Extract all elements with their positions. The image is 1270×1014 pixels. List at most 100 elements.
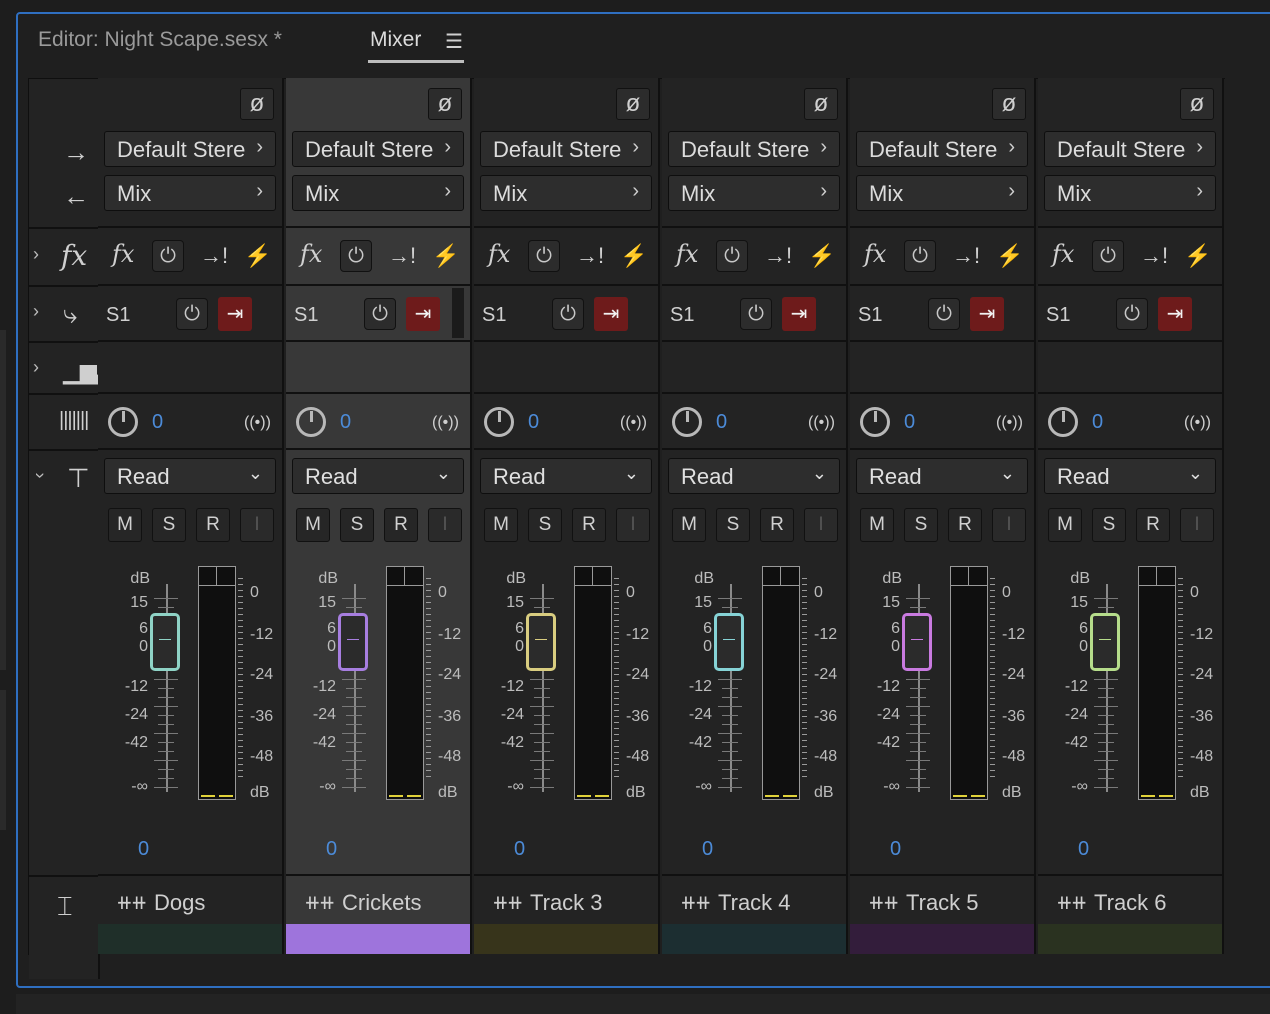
send-label[interactable]: S1 (294, 304, 318, 327)
pan-knob[interactable] (296, 407, 326, 437)
track-name-row[interactable]: ⧺⧺ Track 5 (850, 876, 1034, 924)
pan-knob[interactable] (484, 407, 514, 437)
send-routing-icon[interactable]: ⇥ (970, 297, 1004, 331)
effects-power-icon[interactable]: ⏻ (904, 240, 936, 272)
lightning-icon[interactable]: ⚡ (620, 243, 647, 269)
volume-fader-handle[interactable] (1090, 613, 1120, 671)
channel-strip[interactable]: ø Default Stere › Mix › fx ⏻ →! ⚡ S1 ⏻ ⇥ 0 ((•)) … (474, 78, 660, 954)
effects-fx-icon[interactable]: fx (864, 240, 886, 268)
phase-invert-icon[interactable]: ø (428, 88, 462, 120)
volume-fader-handle[interactable] (902, 613, 932, 671)
track-name-row[interactable]: ⧺⧺ Crickets (286, 876, 470, 924)
send-routing-icon[interactable]: ⇥ (218, 297, 252, 331)
phase-invert-icon[interactable]: ø (804, 88, 838, 120)
pan-value[interactable]: 0 (340, 411, 351, 434)
volume-value[interactable]: 0 (138, 838, 149, 861)
lightning-icon[interactable]: ⚡ (808, 243, 835, 269)
send-label[interactable]: S1 (1046, 304, 1070, 327)
lightning-icon[interactable]: ⚡ (432, 243, 459, 269)
volume-fader-handle[interactable] (150, 613, 180, 671)
send-label[interactable]: S1 (482, 304, 506, 327)
phase-invert-icon[interactable]: ø (616, 88, 650, 120)
send-label[interactable]: S1 (106, 304, 130, 327)
channel-strip[interactable]: ø Default Stere › Mix › fx ⏻ →! ⚡ S1 ⏻ ⇥ 0 ((•)) … (850, 78, 1036, 954)
input-select-button[interactable]: Mix › (104, 175, 276, 211)
tab-editor[interactable]: Editor: Night Scape.sesx * (38, 28, 282, 52)
volume-value[interactable]: 0 (326, 838, 337, 861)
stereo-width-icon[interactable]: ((•)) (620, 414, 647, 432)
volume-value[interactable]: 0 (1078, 838, 1089, 861)
tab-mixer[interactable]: Mixer (370, 28, 421, 52)
send-power-icon[interactable]: ⏻ (740, 298, 772, 330)
send-label[interactable]: S1 (670, 304, 694, 327)
send-power-icon[interactable]: ⏻ (176, 298, 208, 330)
volume-fader-handle[interactable] (526, 613, 556, 671)
effects-power-icon[interactable]: ⏻ (716, 240, 748, 272)
collapse-volume-chevron-icon[interactable]: › (30, 473, 51, 479)
record-arm-button[interactable]: R (384, 508, 418, 542)
expand-effects-chevron-icon[interactable]: › (33, 244, 39, 265)
track-name[interactable]: Track 4 (718, 890, 791, 916)
mute-button[interactable]: M (1048, 508, 1082, 542)
phase-invert-icon[interactable]: ø (992, 88, 1026, 120)
solo-button[interactable]: S (152, 508, 186, 542)
effects-power-icon[interactable]: ⏻ (528, 240, 560, 272)
solo-button[interactable]: S (528, 508, 562, 542)
output-select-button[interactable]: Default Stere › (668, 131, 840, 167)
volume-value[interactable]: 0 (514, 838, 525, 861)
effects-power-icon[interactable]: ⏻ (1092, 240, 1124, 272)
solo-button[interactable]: S (716, 508, 750, 542)
effects-fx-icon[interactable]: fx (112, 240, 134, 268)
output-select-button[interactable]: Default Stere › (1044, 131, 1216, 167)
volume-fader-handle[interactable] (338, 613, 368, 671)
record-arm-button[interactable]: R (1136, 508, 1170, 542)
track-name-row[interactable]: ⧺⧺ Dogs (98, 876, 282, 924)
channel-strip[interactable]: ø Default Stere › Mix › fx ⏻ →! ⚡ S1 ⏻ ⇥ 0 ((•)) … (1038, 78, 1224, 954)
solo-button[interactable]: S (904, 508, 938, 542)
lightning-icon[interactable]: ⚡ (244, 243, 271, 269)
automation-mode-select[interactable]: Read ⌄ (480, 458, 652, 494)
pan-value[interactable]: 0 (716, 411, 727, 434)
monitor-input-button[interactable]: I (804, 508, 838, 542)
track-name[interactable]: Crickets (342, 890, 421, 916)
input-select-button[interactable]: Mix › (668, 175, 840, 211)
channel-strip[interactable]: ø Default Stere › Mix › fx ⏻ →! ⚡ S1 ⏻ ⇥ 0 ((•)) … (286, 78, 472, 954)
pan-knob[interactable] (1048, 407, 1078, 437)
channel-strip[interactable]: ø Default Stere › Mix › fx ⏻ →! ⚡ S1 ⏻ ⇥ 0 ((•)) … (662, 78, 848, 954)
automation-mode-select[interactable]: Read ⌄ (292, 458, 464, 494)
effects-fx-icon[interactable]: fx (676, 240, 698, 268)
monitor-input-button[interactable]: I (428, 508, 462, 542)
expand-eq-chevron-icon[interactable]: › (33, 357, 39, 378)
track-name[interactable]: Track 3 (530, 890, 603, 916)
track-name[interactable]: Dogs (154, 890, 205, 916)
send-power-icon[interactable]: ⏻ (552, 298, 584, 330)
expand-sends-chevron-icon[interactable]: › (33, 301, 39, 322)
volume-value[interactable]: 0 (890, 838, 901, 861)
automation-mode-select[interactable]: Read ⌄ (1044, 458, 1216, 494)
pan-value[interactable]: 0 (904, 411, 915, 434)
phase-invert-icon[interactable]: ø (1180, 88, 1214, 120)
stereo-width-icon[interactable]: ((•)) (432, 414, 459, 432)
send-label[interactable]: S1 (858, 304, 882, 327)
mute-button[interactable]: M (108, 508, 142, 542)
track-name-row[interactable]: ⧺⧺ Track 3 (474, 876, 658, 924)
input-select-button[interactable]: Mix › (480, 175, 652, 211)
record-arm-button[interactable]: R (196, 508, 230, 542)
pan-knob[interactable] (860, 407, 890, 437)
output-select-button[interactable]: Default Stere › (292, 131, 464, 167)
input-select-button[interactable]: Mix › (1044, 175, 1216, 211)
automation-mode-select[interactable]: Read ⌄ (104, 458, 276, 494)
stereo-width-icon[interactable]: ((•)) (244, 414, 271, 432)
mute-button[interactable]: M (296, 508, 330, 542)
effects-fx-icon[interactable]: fx (1052, 240, 1074, 268)
solo-button[interactable]: S (340, 508, 374, 542)
lightning-icon[interactable]: ⚡ (996, 243, 1023, 269)
volume-value[interactable]: 0 (702, 838, 713, 861)
monitor-input-button[interactable]: I (616, 508, 650, 542)
monitor-input-button[interactable]: I (992, 508, 1026, 542)
send-routing-icon[interactable]: ⇥ (782, 297, 816, 331)
track-name[interactable]: Track 6 (1094, 890, 1167, 916)
automation-mode-select[interactable]: Read ⌄ (856, 458, 1028, 494)
output-select-button[interactable]: Default Stere › (104, 131, 276, 167)
record-arm-button[interactable]: R (572, 508, 606, 542)
